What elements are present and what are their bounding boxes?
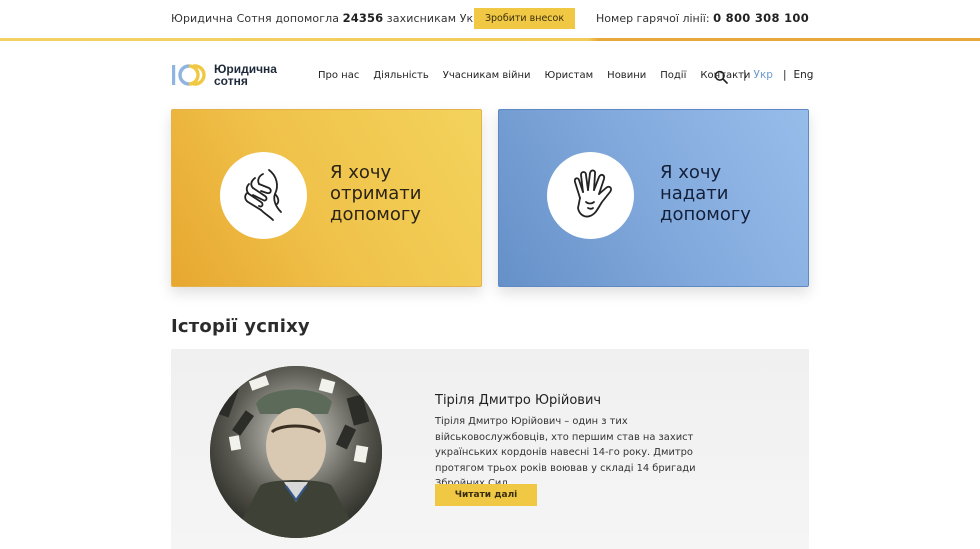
lang-separator: | [743,69,747,81]
counter-prefix: Юридична Сотня допомогла [171,12,340,25]
give-help-title: Я хочу надати допомогу [660,162,751,225]
lang-eng[interactable]: Eng [794,69,814,81]
section-title-stories: Історії успіху [171,316,310,337]
counter-value: 24356 [342,11,384,25]
lang-ukr[interactable]: Укр [754,69,773,81]
nav-item-activity[interactable]: Діяльність [373,70,428,81]
hands-holding-icon [239,166,289,226]
story-photo [210,366,382,538]
main-nav: Про нас Діяльність Учасникам війни Юрист… [318,70,764,81]
main-header: Юридична сотня Про нас Діяльність Учасни… [0,41,980,111]
nav-item-lawyers[interactable]: Юристам [545,70,594,81]
story-card: Тіріля Дмитро Юрійович Тіріля Дмитро Юрі… [171,349,809,549]
nav-item-veterans[interactable]: Учасникам війни [443,70,531,81]
hotline-label: Номер гарячої лінії: [596,12,710,25]
get-help-icon-circle [220,152,307,239]
nav-item-news[interactable]: Новини [607,70,646,81]
nav-item-events[interactable]: Події [660,70,686,81]
read-more-button[interactable]: Читати далі [435,484,537,506]
search-icon[interactable] [714,69,728,84]
open-hand-icon [566,168,616,224]
get-help-card[interactable]: Я хочу отримати допомогу [171,109,482,287]
donate-button[interactable]: Зробити внесок [474,8,575,29]
help-counter: Юридична Сотня допомогла 24356 захисника… [171,11,505,25]
story-excerpt: Тіріля Дмитро Юрійович – один з тих війс… [435,416,696,489]
top-bar: Юридична Сотня допомогла 24356 захисника… [0,0,980,38]
logo-text: Юридична сотня [214,63,277,87]
give-help-icon-circle [547,152,634,239]
nav-item-about[interactable]: Про нас [318,70,359,81]
get-help-title: Я хочу отримати допомогу [330,162,422,225]
hotline-number[interactable]: 0 800 308 100 [713,11,809,25]
logo-line-2: сотня [214,74,248,88]
logo-mark [171,63,209,87]
hotline: Номер гарячої лінії: 0 800 308 100 [596,11,809,25]
site-logo[interactable]: Юридична сотня [171,63,277,87]
language-switcher: | Укр | Eng [743,69,813,81]
story-person-name[interactable]: Тіріля Дмитро Юрійович [435,393,601,408]
lang-separator: | [782,69,787,81]
give-help-card[interactable]: Я хочу надати допомогу [498,109,809,287]
